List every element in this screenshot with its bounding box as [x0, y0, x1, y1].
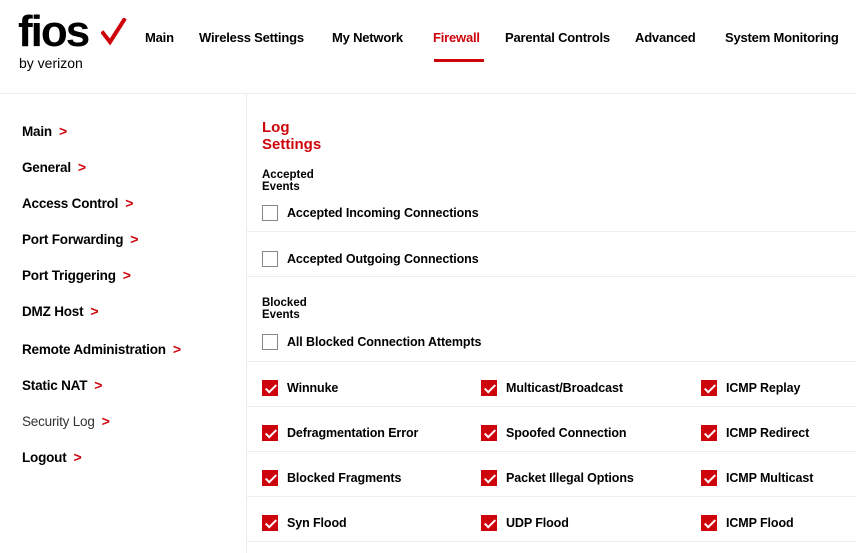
logo-wordmark: fios: [18, 7, 90, 56]
sidebar-item-label: Remote Administration: [22, 342, 166, 357]
checkbox-label: ICMP Multicast: [726, 471, 814, 485]
checkbox[interactable]: [262, 334, 278, 350]
chevron-right-icon: >: [77, 159, 86, 175]
nav-main[interactable]: Main: [145, 30, 174, 45]
sidebar-item-port-forwarding[interactable]: Port Forwarding >: [22, 231, 138, 247]
sidebar-item-port-triggering[interactable]: Port Triggering >: [22, 267, 131, 283]
checkbox-label: Syn Flood: [287, 516, 347, 530]
sidebar-item-label: Static NAT: [22, 378, 88, 393]
option-blocked-fragments[interactable]: Blocked Fragments: [262, 468, 401, 488]
sidebar-item-remote-administration[interactable]: Remote Administration >: [22, 341, 181, 357]
checkbox-checked[interactable]: [481, 470, 497, 486]
accepted-outgoing-option[interactable]: Accepted Outgoing Connections: [262, 249, 479, 269]
sidebar-item-access-control[interactable]: Access Control >: [22, 195, 133, 211]
checkbox-label: All Blocked Connection Attempts: [287, 335, 482, 349]
option-multicast-broadcast[interactable]: Multicast/Broadcast: [481, 378, 623, 398]
checkbox-checked[interactable]: [701, 380, 717, 396]
checkbox[interactable]: [262, 251, 278, 267]
sidebar-item-label: Access Control: [22, 196, 119, 211]
sidebar-item-label: Logout: [22, 450, 67, 465]
checkbox-checked[interactable]: [262, 470, 278, 486]
option-icmp-redirect[interactable]: ICMP Redirect: [701, 423, 809, 443]
checkbox[interactable]: [262, 205, 278, 221]
row-divider: [247, 541, 856, 542]
checkbox-checked[interactable]: [701, 425, 717, 441]
nav-my-network[interactable]: My Network: [332, 30, 403, 45]
sidebar-item-static-nat[interactable]: Static NAT >: [22, 377, 102, 393]
chevron-right-icon: >: [94, 377, 103, 393]
nav-parental-controls[interactable]: Parental Controls: [505, 30, 610, 45]
checkbox-label: Accepted Incoming Connections: [287, 206, 479, 220]
option-icmp-multicast[interactable]: ICMP Multicast: [701, 468, 813, 488]
checkbox-label: Accepted Outgoing Connections: [287, 252, 479, 266]
checkmark-icon: [101, 18, 127, 46]
checkbox-label: Defragmentation Error: [287, 426, 419, 440]
active-tab-indicator: [434, 59, 484, 62]
checkbox-label: Spoofed Connection: [506, 426, 627, 440]
checkbox-checked[interactable]: [262, 380, 278, 396]
sidebar-item-logout[interactable]: Logout >: [22, 449, 82, 465]
sidebar-item-label: General: [22, 160, 71, 175]
chevron-right-icon: >: [130, 231, 139, 247]
nav-firewall[interactable]: Firewall: [433, 30, 480, 45]
checkbox-label: Packet Illegal Options: [506, 471, 634, 485]
nav-system-monitoring[interactable]: System Monitoring: [725, 30, 839, 45]
row-divider: [247, 231, 856, 232]
checkbox-label: ICMP Flood: [726, 516, 794, 530]
chevron-right-icon: >: [73, 449, 82, 465]
fios-logo[interactable]: fios by verizon: [18, 10, 128, 76]
checkbox-label: Winnuke: [287, 381, 339, 395]
option-packet-illegal-options[interactable]: Packet Illegal Options: [481, 468, 634, 488]
chevron-right-icon: >: [125, 195, 134, 211]
option-icmp-flood[interactable]: ICMP Flood: [701, 513, 794, 533]
sidebar-item-main[interactable]: Main >: [22, 123, 67, 139]
checkbox-label: Multicast/Broadcast: [506, 381, 623, 395]
row-divider: [247, 406, 856, 407]
section-label-accepted-events: Accepted Events: [262, 169, 314, 193]
checkbox-label: ICMP Replay: [726, 381, 801, 395]
checkbox-checked[interactable]: [701, 515, 717, 531]
sidebar-item-dmz-host[interactable]: DMZ Host >: [22, 303, 99, 319]
section-label-blocked-events: Blocked Events: [262, 297, 307, 321]
option-winnuke[interactable]: Winnuke: [262, 378, 338, 398]
checkbox-checked[interactable]: [481, 380, 497, 396]
checkbox-checked[interactable]: [481, 425, 497, 441]
checkbox-checked[interactable]: [701, 470, 717, 486]
sidebar-divider: [246, 94, 247, 553]
chevron-right-icon: >: [172, 341, 181, 357]
row-divider: [247, 496, 856, 497]
all-blocked-option[interactable]: All Blocked Connection Attempts: [262, 332, 481, 352]
accepted-incoming-option[interactable]: Accepted Incoming Connections: [262, 203, 479, 223]
checkbox-label: ICMP Redirect: [726, 426, 810, 440]
chevron-right-icon: >: [58, 123, 67, 139]
nav-wireless-settings[interactable]: Wireless Settings: [199, 30, 304, 45]
checkbox-label: UDP Flood: [506, 516, 569, 530]
chevron-right-icon: >: [122, 267, 131, 283]
checkbox-label: Blocked Fragments: [287, 471, 402, 485]
sidebar-item-label: Main: [22, 124, 52, 139]
option-defragmentation-error[interactable]: Defragmentation Error: [262, 423, 418, 443]
nav-advanced[interactable]: Advanced: [635, 30, 696, 45]
sidebar-item-label: Port Triggering: [22, 268, 116, 283]
option-udp-flood[interactable]: UDP Flood: [481, 513, 569, 533]
checkbox-checked[interactable]: [481, 515, 497, 531]
page-title: Log Settings: [262, 119, 322, 153]
sidebar-item-general[interactable]: General >: [22, 159, 86, 175]
header-divider: [0, 93, 856, 94]
option-syn-flood[interactable]: Syn Flood: [262, 513, 347, 533]
logo-subtitle: by verizon: [19, 55, 83, 71]
checkbox-checked[interactable]: [262, 425, 278, 441]
row-divider: [247, 361, 856, 362]
sidebar-item-label: DMZ Host: [22, 304, 84, 319]
checkbox-checked[interactable]: [262, 515, 278, 531]
row-divider: [247, 276, 856, 277]
row-divider: [247, 451, 856, 452]
sidebar-item-label: Security Log: [22, 414, 95, 429]
option-spoofed-connection[interactable]: Spoofed Connection: [481, 423, 627, 443]
chevron-right-icon: >: [90, 303, 99, 319]
sidebar-item-security-log[interactable]: Security Log >: [22, 413, 110, 429]
chevron-right-icon: >: [101, 413, 110, 429]
sidebar-item-label: Port Forwarding: [22, 232, 124, 247]
option-icmp-replay[interactable]: ICMP Replay: [701, 378, 800, 398]
